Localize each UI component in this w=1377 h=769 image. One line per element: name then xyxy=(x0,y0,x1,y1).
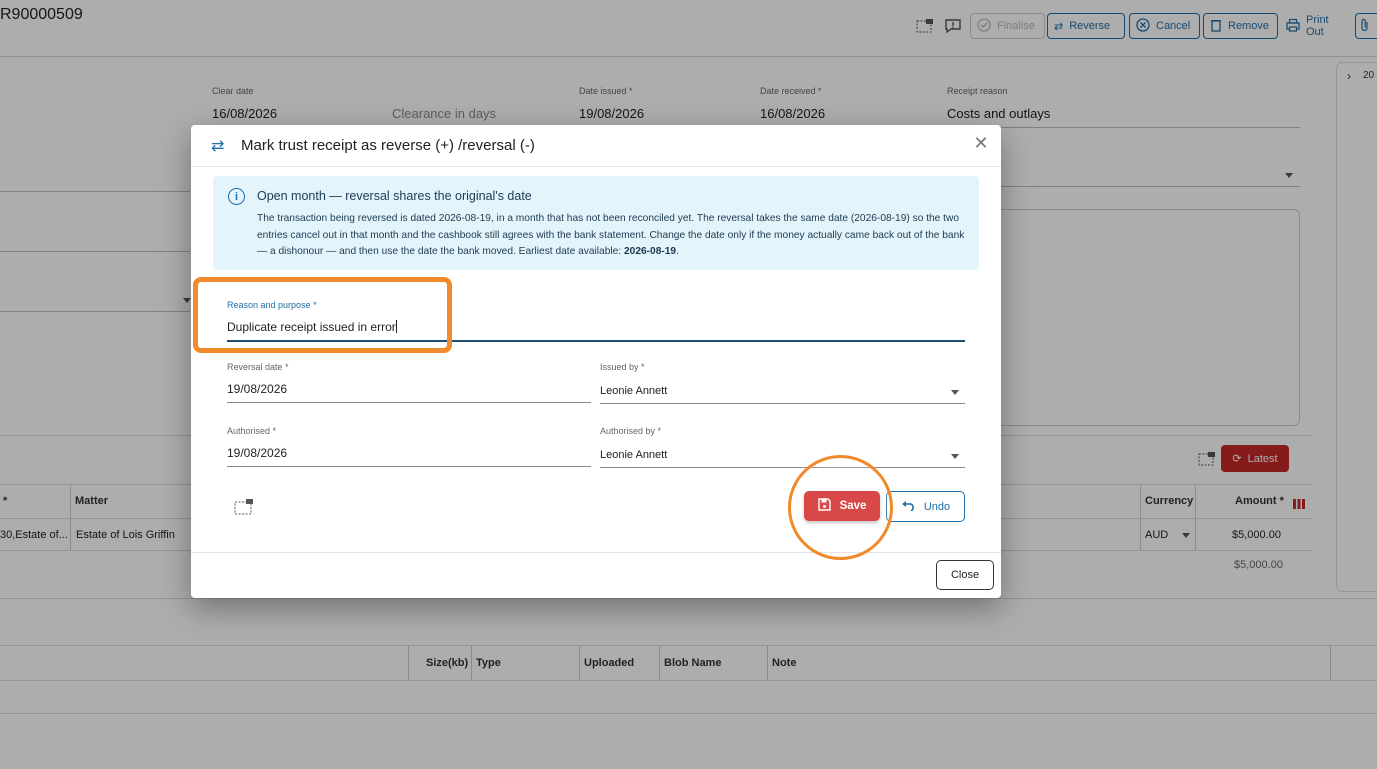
issued-by-label: Issued by * xyxy=(600,362,645,372)
reversal-date-underline xyxy=(227,402,591,403)
issued-by-underline xyxy=(600,403,965,404)
info-icon: i xyxy=(228,188,245,205)
issued-by-select[interactable]: Leonie Annett xyxy=(600,385,667,397)
info-body: The transaction being reversed is dated … xyxy=(257,211,967,261)
info-alert: i Open month — reversal shares the origi… xyxy=(213,176,979,270)
reversal-date-input[interactable]: 19/08/2026 xyxy=(227,382,287,396)
chevron-down-icon[interactable] xyxy=(951,390,959,395)
highlight-reason-field xyxy=(193,277,452,353)
highlight-save-button xyxy=(788,455,893,560)
dialog-header: ⇄ Mark trust receipt as reverse (+) /rev… xyxy=(191,125,1001,167)
undo-button[interactable]: Undo xyxy=(886,491,965,522)
authorised-by-label: Authorised by * xyxy=(600,426,662,436)
authorised-date-input[interactable]: 19/08/2026 xyxy=(227,446,287,460)
layout-icon[interactable] xyxy=(234,498,254,520)
undo-label: Undo xyxy=(923,500,951,513)
info-body-text: The transaction being reversed is dated … xyxy=(257,213,965,257)
dialog-title: Mark trust receipt as reverse (+) /rever… xyxy=(241,137,535,154)
swap-icon: ⇄ xyxy=(211,138,225,155)
authorised-underline xyxy=(227,466,591,467)
undo-icon xyxy=(901,500,916,514)
authorised-by-select[interactable]: Leonie Annett xyxy=(600,449,667,461)
close-icon[interactable]: ✕ xyxy=(971,133,991,153)
info-body-end: . xyxy=(676,246,679,257)
dialog-footer-divider xyxy=(191,552,1001,553)
authorised-label: Authorised * xyxy=(227,426,277,436)
info-earliest-date: 2026-08-19 xyxy=(623,246,677,257)
authorised-by-underline xyxy=(600,467,965,468)
chevron-down-icon[interactable] xyxy=(951,454,959,459)
reversal-date-label: Reversal date * xyxy=(227,362,289,372)
close-button[interactable]: Close xyxy=(936,560,994,590)
info-title: Open month — reversal shares the origina… xyxy=(257,189,532,203)
